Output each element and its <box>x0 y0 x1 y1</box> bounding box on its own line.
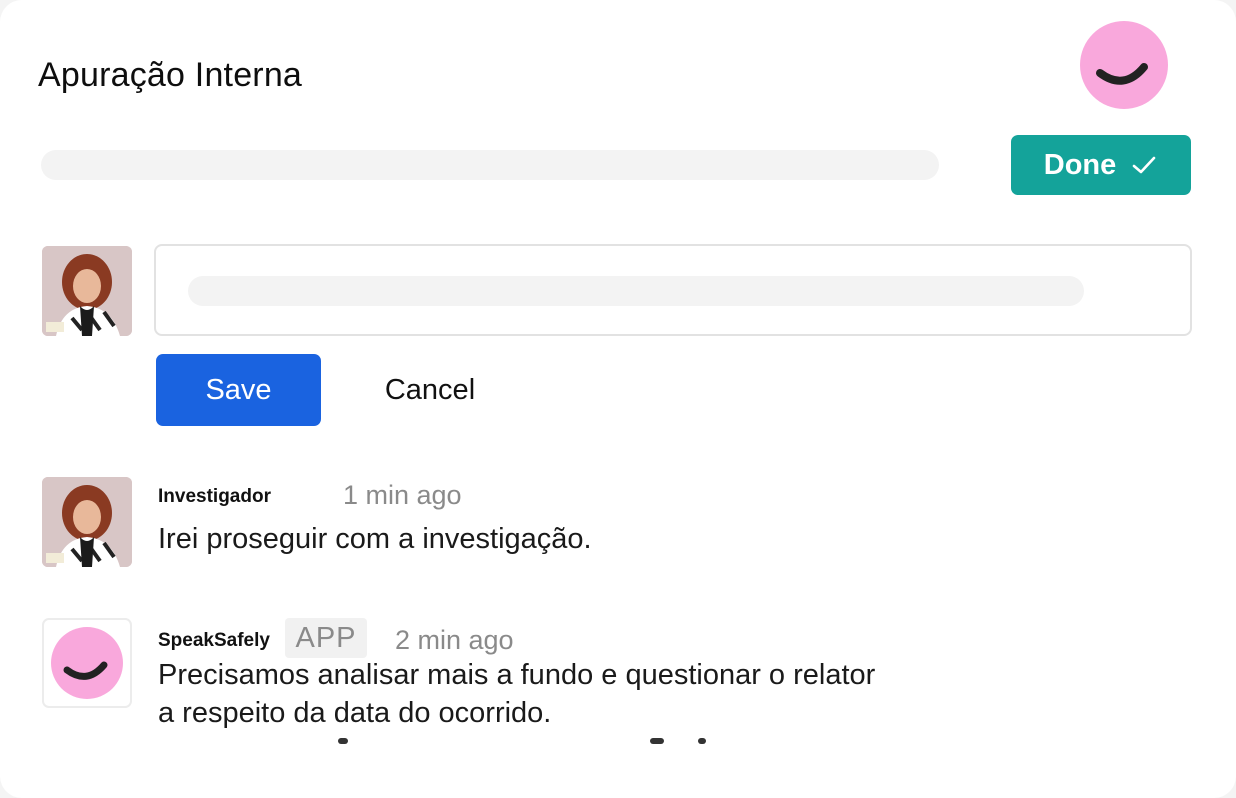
comment-text-line-2: a respeito da data do ocorrido. <box>158 697 552 729</box>
comment-author: SpeakSafely <box>158 630 270 651</box>
speaksafely-logo-icon <box>51 627 123 699</box>
done-label: Done <box>1043 148 1117 181</box>
comment-timestamp: 2 min ago <box>395 625 514 655</box>
comment-timestamp: 1 min ago <box>343 480 462 510</box>
loading-placeholder-bar <box>41 150 939 180</box>
truncated-text-fragment <box>158 738 958 750</box>
user-photo-icon <box>42 477 132 567</box>
comment-text-line-1: Precisamos analisar mais a fundo e quest… <box>158 659 876 691</box>
comment-avatar <box>42 618 132 708</box>
comment-input-placeholder <box>188 276 1084 306</box>
app-badge: APP <box>285 618 367 658</box>
page-title: Apuração Interna <box>38 56 303 94</box>
internal-review-card: Apuração Interna Done Save Cancel Invest… <box>0 0 1236 798</box>
done-button[interactable]: Done <box>1011 135 1191 195</box>
comment-author: Investigador <box>158 486 271 507</box>
cancel-button[interactable]: Cancel <box>360 354 500 426</box>
current-user-avatar <box>42 246 132 336</box>
comment-input[interactable] <box>154 244 1192 336</box>
save-button[interactable]: Save <box>156 354 321 426</box>
speaksafely-logo-icon <box>1080 21 1168 109</box>
comment-text: Irei proseguir com a investigação. <box>158 523 592 555</box>
user-photo-icon <box>42 246 132 336</box>
comment-avatar <box>42 477 132 567</box>
checkmark-icon <box>1132 156 1156 174</box>
